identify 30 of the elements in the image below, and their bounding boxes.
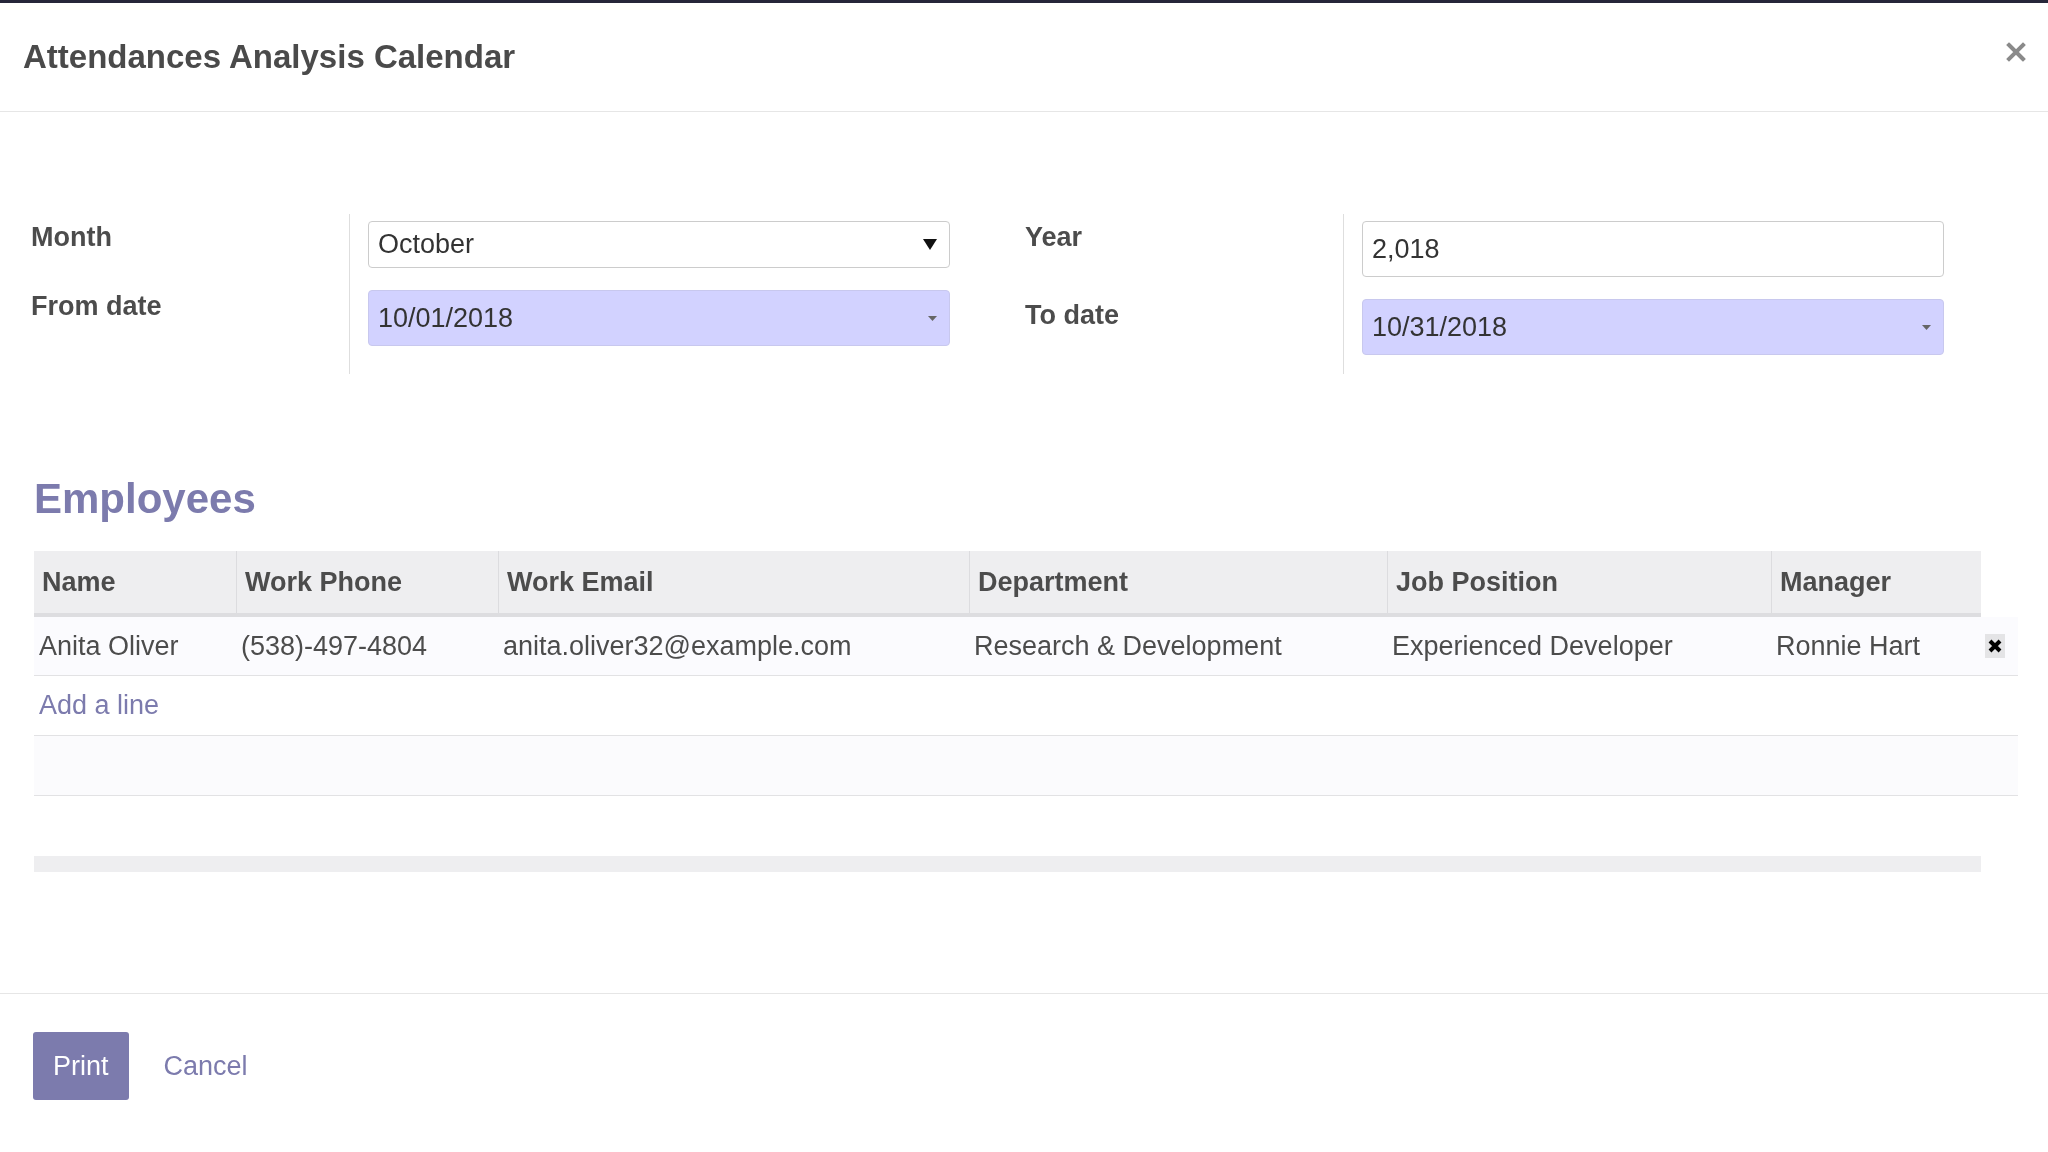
field-label: Month <box>31 222 112 252</box>
date-field[interactable]: 10/31/2018 <box>1362 299 1944 355</box>
dialog-title: Attendances Analysis Calendar <box>23 37 516 77</box>
add-line-link[interactable]: Add a line <box>39 690 160 721</box>
column-header[interactable]: Manager <box>1771 551 1981 613</box>
caret-icon <box>1922 324 1931 330</box>
primary-button[interactable]: Print <box>33 1032 129 1100</box>
table-cell: Research & Development <box>974 630 1282 661</box>
column-header[interactable]: Work Email <box>498 551 969 613</box>
column-header[interactable]: Work Phone <box>236 551 498 613</box>
date-field[interactable]: 10/01/2018 <box>368 290 950 346</box>
caret-icon <box>923 239 937 250</box>
field-label: To date <box>1025 300 1119 330</box>
table-cell: Experienced Developer <box>1392 630 1673 661</box>
column-header[interactable]: Name <box>34 551 236 613</box>
field-label: From date <box>31 291 162 321</box>
dropdown-field[interactable]: October <box>368 221 950 268</box>
table-cell: Anita Oliver <box>39 630 179 661</box>
table-cell: (538)-497-4804 <box>241 630 428 661</box>
link-button[interactable]: Cancel <box>143 1032 268 1100</box>
caret-icon <box>928 315 937 321</box>
table-cell: anita.oliver32@example.com <box>503 630 852 661</box>
input-field[interactable]: 2,018 <box>1362 221 1944 277</box>
table-cell: Ronnie Hart <box>1776 630 1921 661</box>
column-header[interactable]: Department <box>969 551 1387 613</box>
delete-icon[interactable] <box>1985 634 2005 658</box>
section-heading: Employees <box>34 475 256 523</box>
field-label: Year <box>1025 222 1083 252</box>
column-header[interactable]: Job Position <box>1387 551 1771 613</box>
close-icon[interactable] <box>2006 42 2026 62</box>
